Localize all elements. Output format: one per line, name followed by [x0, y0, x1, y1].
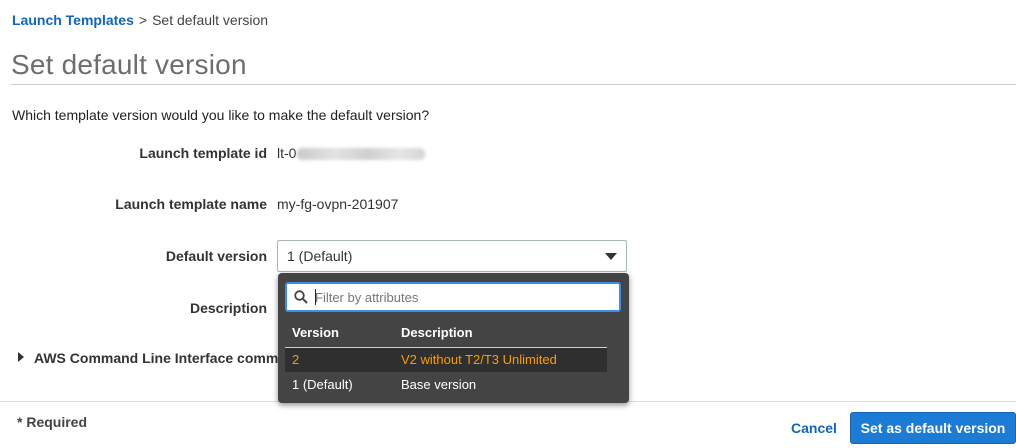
breadcrumb-current: Set default version	[152, 12, 269, 28]
page-title: Set default version	[11, 49, 247, 80]
caret-down-icon	[605, 253, 617, 260]
option-description: Base version	[401, 377, 477, 392]
breadcrumb-launch-templates-link[interactable]: Launch Templates	[12, 12, 134, 28]
version-dropdown-menu: Version Description 2 V2 without T2/T3 U…	[278, 273, 629, 403]
option-description: V2 without T2/T3 Unlimited	[401, 352, 557, 367]
version-option-1[interactable]: 1 (Default) Base version	[285, 373, 607, 397]
cli-section-label: AWS Command Line Interface comm	[34, 350, 279, 366]
breadcrumb: Launch Templates > Set default version	[12, 12, 268, 28]
default-version-label: Default version	[165, 248, 267, 264]
cancel-button[interactable]: Cancel	[791, 420, 837, 436]
option-version: 1 (Default)	[292, 377, 353, 392]
question-text: Which template version would you like to…	[12, 107, 430, 123]
caret-right-icon	[18, 352, 24, 362]
description-label: Description	[189, 300, 267, 316]
default-version-selected-value: 1 (Default)	[287, 248, 353, 264]
launch-template-id-label: Launch template id	[139, 145, 267, 161]
option-version: 2	[292, 352, 300, 367]
text-caret	[315, 289, 316, 305]
launch-template-id-prefix: lt-0	[277, 145, 297, 161]
launch-template-id-value: lt-0	[277, 145, 426, 161]
launch-template-name-label: Launch template name	[115, 196, 267, 212]
dropdown-header: Version Description	[278, 325, 629, 347]
version-option-2[interactable]: 2 V2 without T2/T3 Unlimited	[285, 348, 607, 372]
search-icon	[294, 290, 308, 304]
column-header-description: Description	[401, 325, 473, 340]
title-divider	[11, 84, 1016, 85]
filter-input[interactable]	[315, 288, 611, 307]
redacted-id-blur	[297, 148, 426, 161]
launch-template-name-value: my-fg-ovpn-201907	[277, 196, 399, 212]
cli-section-toggle[interactable]: AWS Command Line Interface comm	[18, 350, 278, 366]
default-version-select[interactable]: 1 (Default)	[277, 240, 627, 272]
breadcrumb-separator: >	[138, 12, 148, 28]
required-note: * Required	[17, 414, 88, 430]
filter-field[interactable]	[285, 282, 621, 312]
set-as-default-version-button[interactable]: Set as default version	[850, 412, 1016, 444]
column-header-version: Version	[292, 325, 339, 340]
